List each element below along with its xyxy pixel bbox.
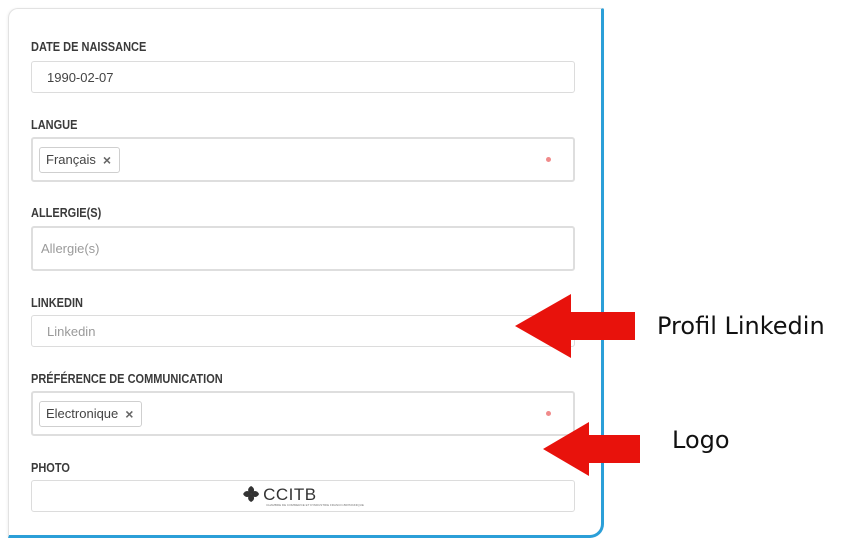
ccitb-logo: CCITB CHAMBRE DE COMMERCE ET D'INDUSTRIE…: [242, 485, 364, 507]
communication-label: PRÉFÉRENCE DE COMMUNICATION: [31, 372, 223, 386]
language-tag-label: Français: [46, 152, 96, 167]
language-select[interactable]: Français ×: [31, 137, 575, 182]
ccitb-logo-icon: [243, 486, 260, 502]
linkedin-placeholder: Linkedin: [47, 323, 96, 339]
photo-label: PHOTO: [31, 461, 70, 475]
required-indicator: [546, 411, 551, 416]
communication-tag-label: Electronique: [46, 406, 119, 421]
logo-arrow-icon: [543, 422, 640, 476]
ccitb-logo-subtext: CHAMBRE DE COMMERCE ET D'INDUSTRIE FRANC…: [266, 503, 364, 507]
birthdate-field[interactable]: 1990-02-07: [31, 61, 575, 93]
linkedin-arrow-icon: [515, 294, 635, 358]
photo-field[interactable]: CCITB CHAMBRE DE COMMERCE ET D'INDUSTRIE…: [31, 480, 575, 512]
linkedin-field[interactable]: Linkedin: [31, 315, 575, 347]
allergies-field[interactable]: Allergie(s): [31, 226, 575, 271]
ccitb-logo-text: CCITB: [263, 484, 317, 504]
communication-select[interactable]: Electronique ×: [31, 391, 575, 436]
required-indicator: [546, 157, 551, 162]
language-tag: Français ×: [39, 146, 121, 173]
linkedin-annotation: Profil Linkedin: [657, 312, 825, 340]
birthdate-value: 1990-02-07: [47, 69, 114, 85]
allergies-label: ALLERGIE(S): [31, 206, 102, 220]
birthdate-label: DATE DE NAISSANCE: [31, 40, 147, 54]
language-tag-remove-icon[interactable]: ×: [103, 153, 111, 167]
language-label: LANGUE: [31, 118, 78, 132]
allergies-placeholder: Allergie(s): [41, 241, 100, 256]
linkedin-label: LINKEDIN: [31, 296, 83, 310]
communication-tag: Electronique ×: [39, 400, 143, 427]
logo-annotation: Logo: [672, 426, 730, 454]
communication-tag-remove-icon[interactable]: ×: [125, 407, 133, 421]
